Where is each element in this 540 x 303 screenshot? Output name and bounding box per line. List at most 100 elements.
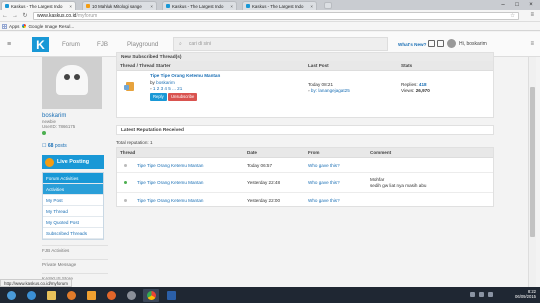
- online-status-icon: [42, 131, 46, 135]
- taskbar-ie[interactable]: [23, 289, 39, 302]
- whats-new-link[interactable]: What's New?: [398, 42, 426, 47]
- taskbar-winamp[interactable]: [83, 289, 99, 302]
- sidebar-item-forum-activities[interactable]: Forum Activities: [43, 173, 103, 184]
- reputation-thread-link[interactable]: Tipe Tipe Orang Ketemu Mantan: [134, 180, 244, 185]
- total-reputation-label: Total reputation:: [116, 140, 149, 145]
- browser-tab[interactable]: Kaskus - The Largest Indo ×: [1, 1, 76, 10]
- sidebar-item-my-thread[interactable]: My Thread: [43, 206, 103, 217]
- apps-bookmark[interactable]: Apps: [2, 23, 19, 29]
- reputation-dot-cell: [117, 163, 134, 168]
- post-count-label: posts: [54, 143, 67, 149]
- table-header: Thread Date From Comment: [117, 148, 493, 158]
- volume-icon[interactable]: [479, 292, 484, 297]
- minimize-icon[interactable]: –: [496, 0, 510, 9]
- google-image-bookmark[interactable]: Google Image Resul...: [22, 24, 74, 29]
- page-links[interactable]: 1 2 3 4 5 ... 21: [153, 86, 182, 91]
- taskbar-app[interactable]: [123, 289, 139, 302]
- site-favicon-icon: [86, 4, 90, 8]
- total-reputation-value: 1: [149, 140, 153, 145]
- sidebar-item-fjb-activities[interactable]: FJB Activities: [42, 245, 108, 253]
- maximize-icon[interactable]: □: [510, 0, 524, 9]
- reputation-from-link[interactable]: Who gave this?: [305, 198, 367, 203]
- reply-button[interactable]: Reply: [150, 92, 167, 101]
- profile-avatar[interactable]: [42, 57, 102, 109]
- browser-tab[interactable]: Kaskus - The Largest Indo ×: [162, 1, 237, 10]
- stats-cell: Replies: 418 Views: 26,970: [398, 71, 493, 111]
- taskbar-explorer[interactable]: [43, 289, 59, 302]
- page-icon: ▫: [150, 86, 152, 91]
- reputation-date: Today 06:57: [247, 162, 273, 168]
- reputation-from-link[interactable]: Who gave this?: [305, 180, 367, 185]
- sidebar-item-activities[interactable]: Activities: [43, 184, 103, 195]
- sidebar-item-private-message[interactable]: Private Message: [42, 259, 108, 267]
- browser-menu-icon[interactable]: ≡: [530, 12, 534, 18]
- hamburger-menu-icon[interactable]: ≡: [7, 41, 11, 48]
- nav-playground[interactable]: Playground: [127, 41, 158, 48]
- nav-fjb[interactable]: FJB: [97, 41, 108, 48]
- reputation-date: Yesterday 22:00: [247, 197, 281, 203]
- scrollbar-thumb[interactable]: [530, 87, 535, 237]
- reputation-dot-cell: [117, 180, 134, 185]
- reputation-neutral-icon: [124, 163, 127, 167]
- reload-icon[interactable]: ↻: [20, 12, 30, 19]
- nav-forum[interactable]: Forum: [62, 41, 80, 48]
- menu-icon[interactable]: ≡: [530, 41, 534, 47]
- close-window-icon[interactable]: ×: [524, 0, 538, 9]
- winamp-icon: [86, 290, 96, 300]
- avatar: [447, 39, 456, 48]
- bookmark-star-icon[interactable]: ☆: [510, 13, 515, 19]
- sidebar-item-subscribed-threads[interactable]: Subscribed Threads: [43, 228, 103, 239]
- header-username: Hi, boskarim: [459, 40, 487, 47]
- total-reputation: Total reputation: 1: [116, 140, 153, 145]
- last-post-cell: Today 08:21 ▫ by: lanangejagat25: [305, 71, 398, 111]
- start-button[interactable]: [3, 289, 19, 302]
- col-thread: Thread / Thread Starter: [120, 63, 171, 68]
- reputation-thread-link[interactable]: Tipe Tipe Orang Ketemu Mantan: [134, 163, 244, 168]
- user-menu[interactable]: Hi, boskarim: [447, 39, 487, 48]
- post-count[interactable]: ☐ 68 posts: [42, 143, 108, 149]
- last-post-user-link[interactable]: by: lanangejagat25: [311, 88, 350, 93]
- close-icon[interactable]: ×: [310, 4, 313, 9]
- taskbar-photoshop[interactable]: [163, 289, 179, 302]
- col-from: From: [308, 150, 320, 155]
- reputation-thread-link[interactable]: Tipe Tipe Orang Ketemu Mantan: [134, 198, 244, 203]
- reputation-from-link[interactable]: Who gave this?: [305, 163, 367, 168]
- browser-tab[interactable]: Kaskus - The Largest Indo ×: [242, 1, 317, 10]
- back-icon[interactable]: ←: [0, 13, 10, 19]
- taskbar-media[interactable]: [63, 289, 79, 302]
- replies-value[interactable]: 418: [419, 82, 427, 87]
- goto-post-icon[interactable]: ▫: [308, 88, 310, 93]
- flag-icon[interactable]: [488, 292, 493, 297]
- taskbar-firefox[interactable]: [103, 289, 119, 302]
- notification-icon[interactable]: [428, 40, 435, 47]
- taskbar-chrome[interactable]: [143, 288, 159, 302]
- kaskus-logo[interactable]: K: [32, 37, 49, 52]
- reputation-neutral-icon: [124, 198, 127, 202]
- kaskus-favicon-icon: [166, 4, 170, 8]
- close-icon[interactable]: ×: [230, 4, 233, 9]
- page-scrollbar[interactable]: [528, 57, 536, 287]
- live-posting-button[interactable]: Live Posting: [42, 155, 104, 169]
- close-icon[interactable]: ×: [150, 4, 153, 9]
- network-icon[interactable]: [470, 292, 475, 297]
- sidebar-item-my-post[interactable]: My Post: [43, 195, 103, 206]
- close-icon[interactable]: ×: [69, 4, 72, 9]
- chat-icon: ☐: [42, 143, 47, 149]
- address-bar[interactable]: www.kaskus.co.id/myforum ☆: [33, 12, 519, 20]
- status-bar: http://www.kaskus.co.id/myforum: [0, 279, 72, 287]
- message-icon[interactable]: [437, 40, 444, 47]
- thread-starter-link[interactable]: boskarim: [156, 80, 175, 85]
- forward-icon[interactable]: →: [10, 13, 20, 19]
- search-input[interactable]: ⌕ cari di sini: [173, 37, 388, 51]
- clock-date: 06/09/2015: [515, 294, 536, 299]
- thread-cell: Tipe Tipe Orang Ketemu Mantan by boskari…: [147, 71, 305, 111]
- new-tab-button[interactable]: [324, 2, 332, 9]
- bookmarks-bar: Apps Google Image Resul...: [0, 22, 540, 31]
- browser-tab[interactable]: 10 Mahluk Mitologi sange ×: [82, 1, 157, 10]
- thread-icon: [124, 82, 134, 91]
- sidebar-item-my-quoted-post[interactable]: My Quoted Post: [43, 217, 103, 228]
- profile-userid: UserID: 7866175: [42, 124, 76, 129]
- taskbar-clock[interactable]: 8:22 06/09/2015: [515, 289, 536, 299]
- subscribed-threads-panel: New Subscribed Thread(s) Thread / Thread…: [116, 52, 494, 118]
- unsubscribe-button[interactable]: Unsubscribe: [168, 92, 198, 101]
